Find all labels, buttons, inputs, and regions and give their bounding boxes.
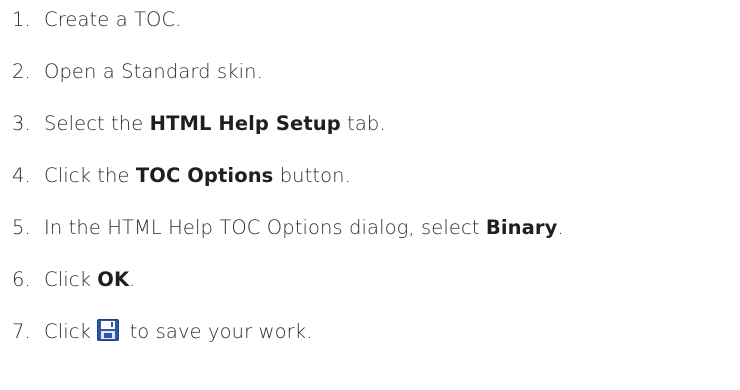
- step-text: Select the: [44, 112, 150, 135]
- step-text: Create a TOC.: [44, 8, 182, 31]
- step-text: In the HTML Help TOC Options dialog, sel…: [44, 216, 486, 239]
- ui-label-html-help-setup: HTML Help Setup: [149, 112, 341, 135]
- step-number: 4.: [12, 164, 31, 187]
- ui-label-ok: OK: [97, 268, 130, 291]
- step-text: Click: [44, 268, 98, 291]
- save-icon: [97, 319, 120, 341]
- step-6: 6. Click OK.: [12, 262, 135, 298]
- step-number: 7.: [12, 320, 31, 343]
- step-number: 2.: [12, 60, 31, 83]
- step-text: to save your work.: [123, 320, 313, 343]
- step-text: Open a Standard skin.: [44, 60, 263, 83]
- step-text: tab.: [340, 112, 386, 135]
- step-7: 7. Click to save your work.: [12, 314, 312, 350]
- step-text: Click the: [44, 164, 136, 187]
- step-2: 2. Open a Standard skin.: [12, 54, 263, 90]
- step-text: Click: [44, 320, 98, 343]
- step-text: .: [557, 216, 564, 239]
- ui-label-toc-options: TOC Options: [135, 164, 274, 187]
- step-4: 4. Click the TOC Options button.: [12, 158, 351, 194]
- step-5: 5. In the HTML Help TOC Options dialog, s…: [12, 210, 564, 246]
- step-3: 3. Select the HTML Help Setup tab.: [12, 106, 386, 142]
- step-1: 1. Create a TOC.: [12, 2, 182, 38]
- step-number: 6.: [12, 268, 31, 291]
- ui-label-binary: Binary: [485, 216, 558, 239]
- step-text: button.: [273, 164, 351, 187]
- step-text: .: [129, 268, 136, 291]
- step-number: 1.: [12, 8, 31, 31]
- step-number: 5.: [12, 216, 31, 239]
- step-number: 3.: [12, 112, 31, 135]
